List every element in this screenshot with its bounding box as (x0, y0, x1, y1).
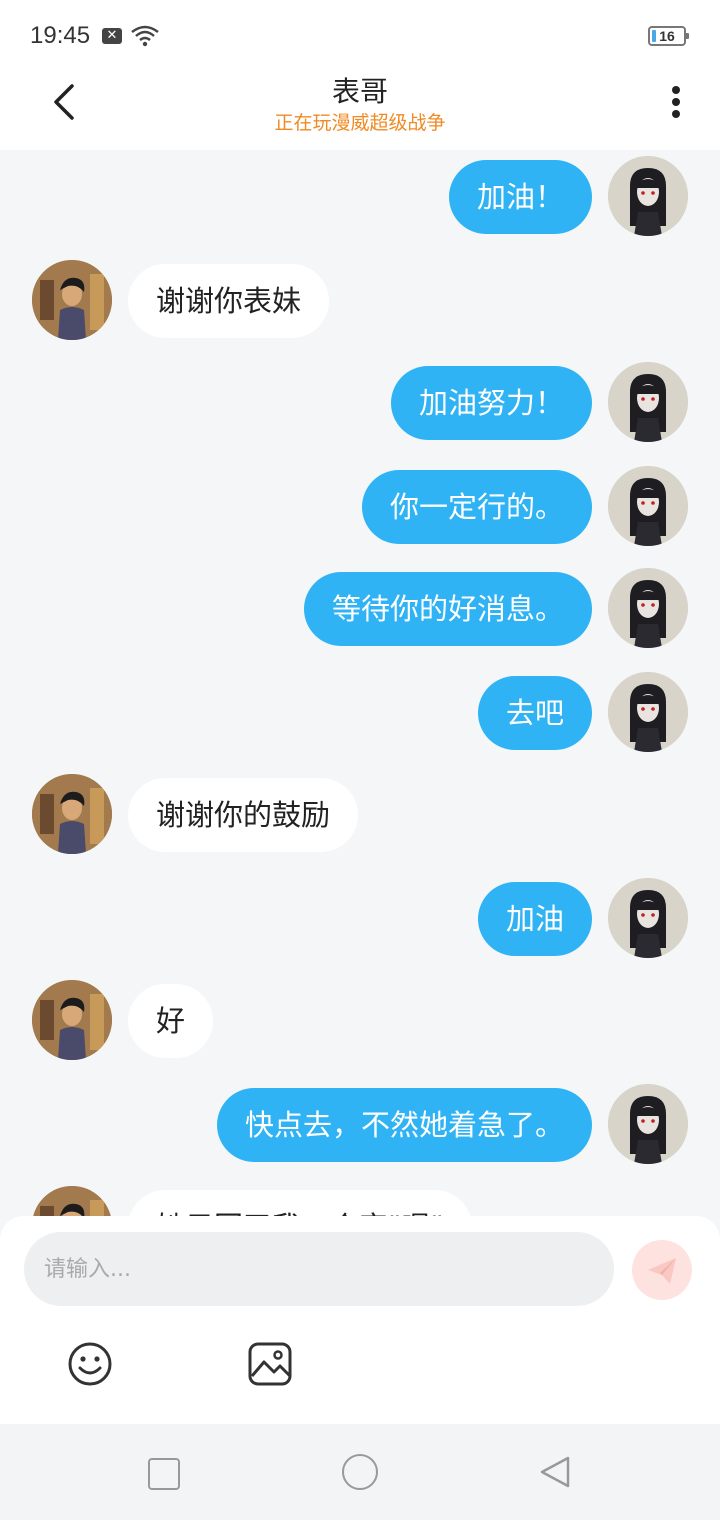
message-bubble[interactable]: 加油努力！ (390, 366, 592, 440)
square-icon[interactable] (148, 1458, 180, 1490)
avatar[interactable] (608, 466, 688, 546)
incoming-message: 谢谢你的鼓励 (0, 774, 720, 854)
message-bubble[interactable]: 等待你的好消息。 (303, 572, 592, 646)
avatar[interactable] (608, 362, 688, 442)
x-box-icon: ✕ (102, 28, 122, 44)
outgoing-message: 快点去，不然她着急了。 (0, 1084, 720, 1164)
message-bubble[interactable]: 快点去，不然她着急了。 (216, 1088, 592, 1162)
circle-icon[interactable] (342, 1454, 378, 1490)
input-panel (0, 1216, 720, 1424)
more-vertical-icon[interactable] (662, 82, 690, 122)
message-bubble[interactable]: 谢谢你的鼓励 (128, 778, 359, 852)
image-icon[interactable] (246, 1340, 294, 1388)
triangle-back-icon[interactable] (538, 1454, 574, 1490)
outgoing-message: 去吧 (0, 672, 720, 752)
avatar[interactable] (32, 980, 112, 1060)
message-bubble[interactable]: 去吧 (477, 676, 592, 750)
avatar[interactable] (32, 260, 112, 340)
incoming-message: 她只回了我一个字"嗯" (0, 1186, 720, 1216)
incoming-message: 好 (0, 980, 720, 1060)
outgoing-message: 加油 (0, 878, 720, 958)
avatar[interactable] (608, 156, 688, 236)
outgoing-message: 加油！ (0, 156, 720, 236)
message-input[interactable] (24, 1232, 614, 1306)
message-bubble[interactable]: 加油 (477, 882, 592, 956)
emoji-icon[interactable] (66, 1340, 114, 1388)
battery-indicator: 16 (648, 26, 689, 46)
outgoing-message: 你一定行的。 (0, 466, 720, 546)
send-button[interactable] (632, 1240, 692, 1300)
chat-title: 表哥 (331, 75, 388, 108)
avatar[interactable] (32, 1186, 112, 1216)
incoming-message: 谢谢你表妹 (0, 260, 720, 340)
message-bubble[interactable]: 谢谢你表妹 (128, 264, 330, 338)
message-input-box[interactable] (24, 1232, 614, 1306)
avatar[interactable] (608, 878, 688, 958)
chat-subtitle: 正在玩漫威超级战争 (274, 112, 446, 134)
status-bar: 19:45 ✕ 16 (0, 0, 720, 64)
message-list[interactable]: 加油！ 谢谢你表妹 加油努力！ 你一定行的。等待你的好消息。去吧谢谢你的鼓励加油好快点… (0, 150, 720, 1216)
chat-header: 表哥 正在玩漫威超级战争 (0, 64, 720, 150)
message-bubble[interactable]: 你一定行的。 (361, 470, 592, 544)
outgoing-message: 等待你的好消息。 (0, 568, 720, 648)
status-time: 19:45 (30, 22, 91, 49)
avatar[interactable] (608, 568, 688, 648)
avatar[interactable] (608, 672, 688, 752)
message-bubble[interactable]: 加油！ (448, 160, 592, 234)
message-bubble[interactable]: 好 (128, 984, 214, 1058)
avatar[interactable] (32, 774, 112, 854)
avatar[interactable] (608, 1084, 688, 1164)
send-icon (648, 1258, 676, 1284)
message-bubble[interactable]: 她只回了我一个字"嗯" (128, 1190, 472, 1216)
wifi-icon (131, 25, 159, 47)
outgoing-message: 加油努力！ (0, 362, 720, 442)
system-nav-bar (0, 1424, 720, 1520)
